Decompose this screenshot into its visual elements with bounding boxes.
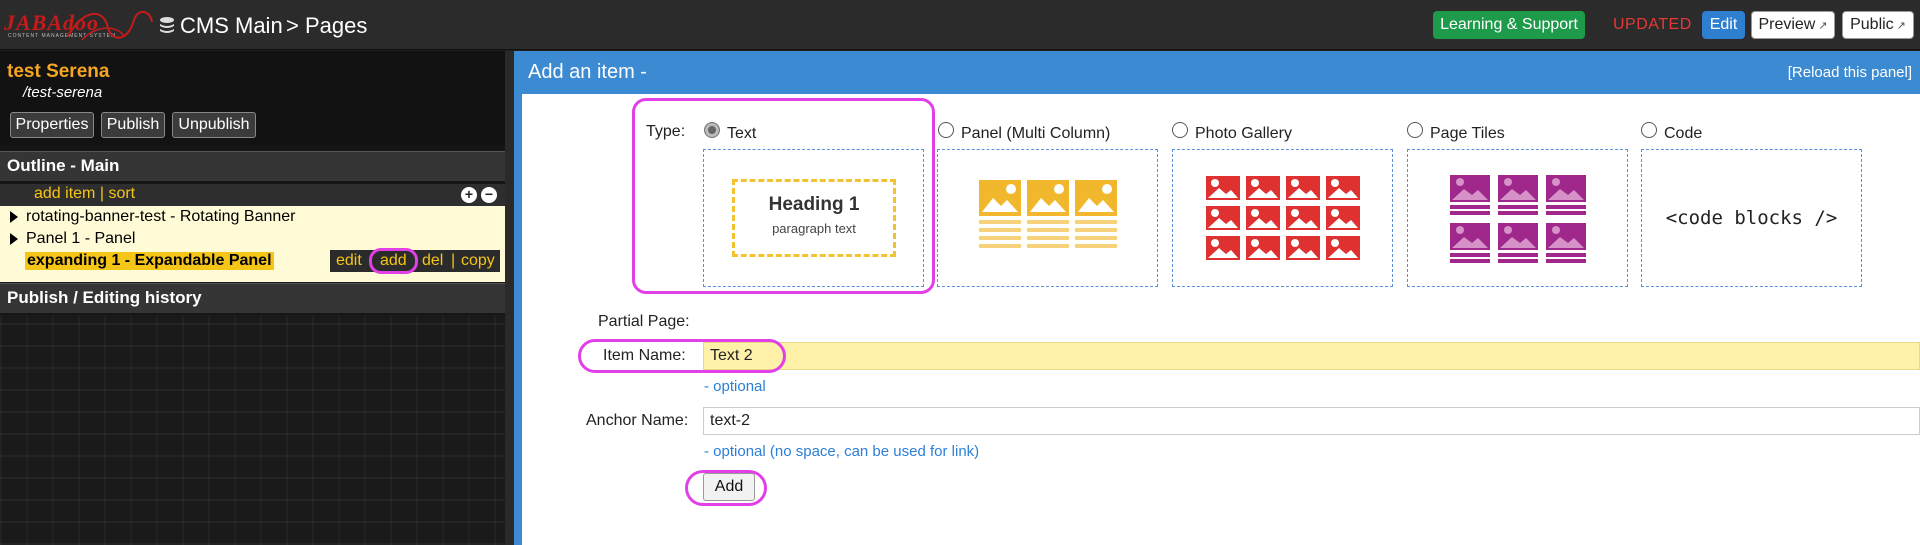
anchor-name-input[interactable]: text-2 <box>703 407 1920 435</box>
expand-arrow-icon[interactable] <box>10 211 18 223</box>
unpublish-button[interactable]: Unpublish <box>172 112 256 138</box>
item-name-hint: - optional <box>704 378 766 395</box>
tree-item-label: expanding 1 - Expandable Panel <box>25 252 274 270</box>
outline-tree: rotating-banner-test - Rotating Banner P… <box>0 206 505 282</box>
jabadoo-logo[interactable]: JABAdoo CONTENT MANAGEMENT SYSTEM <box>4 6 153 46</box>
sort-link[interactable]: sort <box>108 185 135 202</box>
tree-item[interactable]: Panel 1 - Panel <box>0 228 505 250</box>
page-tiles-icon <box>1450 175 1586 263</box>
type-label-page-tiles[interactable]: Page Tiles <box>1430 125 1505 143</box>
outline-toolbar: add item | sort + − <box>0 184 505 206</box>
separator: | <box>99 185 104 202</box>
panel-divider[interactable] <box>505 51 514 545</box>
edit-item-link[interactable]: edit <box>336 250 362 272</box>
highlight-item-name <box>578 339 786 373</box>
type-radio-code[interactable] <box>1641 122 1657 138</box>
add-item-link[interactable]: add item <box>34 185 95 202</box>
breadcrumb-cms-main[interactable]: CMS Main <box>180 13 283 39</box>
status-badge: UPDATED <box>1613 16 1692 33</box>
type-label-panel[interactable]: Panel (Multi Column) <box>961 125 1110 143</box>
breadcrumb-pages[interactable]: > Pages <box>286 13 367 39</box>
top-bar: JABAdoo CONTENT MANAGEMENT SYSTEM CMS Ma… <box>0 0 1920 50</box>
multi-column-icon <box>979 180 1117 248</box>
edit-button[interactable]: Edit <box>1702 11 1745 39</box>
delete-item-link[interactable]: del <box>422 250 443 272</box>
preview-label: Preview <box>1758 16 1816 33</box>
expand-arrow-icon[interactable] <box>10 233 18 245</box>
type-radio-panel[interactable] <box>938 122 954 138</box>
type-tile-photo-gallery[interactable] <box>1172 149 1393 287</box>
page-header: test Serena /test-serena Properties Publ… <box>0 51 505 145</box>
expand-all-icon[interactable]: + <box>461 187 477 203</box>
logo-swirl-icon <box>67 11 153 41</box>
database-stack-icon <box>160 17 174 33</box>
public-button[interactable]: Public ↗ <box>1842 11 1914 39</box>
page-path: /test-serena <box>23 84 103 101</box>
external-link-icon: ↗ <box>1818 20 1828 32</box>
panel-header: Add an item - [Reload this panel] <box>514 51 1920 94</box>
anchor-name-hint: - optional (no space, can be used for li… <box>704 443 980 460</box>
type-label-photo-gallery[interactable]: Photo Gallery <box>1195 125 1292 143</box>
publish-button[interactable]: Publish <box>101 112 165 138</box>
learning-support-button[interactable]: Learning & Support <box>1433 11 1585 39</box>
item-actions: edit add del | copy <box>330 248 500 274</box>
type-tile-page-tiles[interactable] <box>1407 149 1628 287</box>
external-link-icon: ↗ <box>1896 20 1906 32</box>
anchor-name-label: Anchor Name: <box>586 412 689 429</box>
type-tile-code[interactable]: <code blocks /> <box>1641 149 1862 287</box>
copy-item-link[interactable]: copy <box>461 250 495 272</box>
type-radio-photo-gallery[interactable] <box>1172 122 1188 138</box>
type-radio-page-tiles[interactable] <box>1407 122 1423 138</box>
partial-page-label: Partial Page: <box>598 313 690 330</box>
public-label: Public <box>1850 16 1894 33</box>
preview-button[interactable]: Preview ↗ <box>1751 11 1835 39</box>
tree-item-label: Panel 1 - Panel <box>26 230 136 247</box>
sidebar: test Serena /test-serena Properties Publ… <box>0 51 505 545</box>
highlight-type-text <box>632 98 935 294</box>
item-name-input[interactable]: Text 2 <box>703 342 1920 370</box>
history-title: Publish / Editing history <box>0 283 505 313</box>
type-tile-panel[interactable] <box>937 149 1158 287</box>
photo-gallery-icon <box>1206 176 1360 260</box>
code-preview-text: <code blocks /> <box>1665 207 1838 229</box>
tree-item[interactable]: rotating-banner-test - Rotating Banner <box>0 206 505 228</box>
page-name: test Serena <box>7 61 110 82</box>
highlight-add-link <box>369 248 418 274</box>
history-area <box>0 315 505 545</box>
separator: | <box>451 252 456 269</box>
highlight-add-button <box>685 470 767 506</box>
collapse-all-icon[interactable]: − <box>481 187 497 203</box>
properties-button[interactable]: Properties <box>10 112 94 138</box>
tree-item-selected[interactable]: expanding 1 - Expandable Panel edit add … <box>0 248 505 274</box>
reload-panel-link[interactable]: [Reload this panel] <box>1788 64 1912 81</box>
panel-title: Add an item - <box>528 61 647 83</box>
outline-title: Outline - Main <box>0 151 505 181</box>
tree-item-label: rotating-banner-test - Rotating Banner <box>26 208 296 225</box>
type-label-code[interactable]: Code <box>1664 125 1702 143</box>
